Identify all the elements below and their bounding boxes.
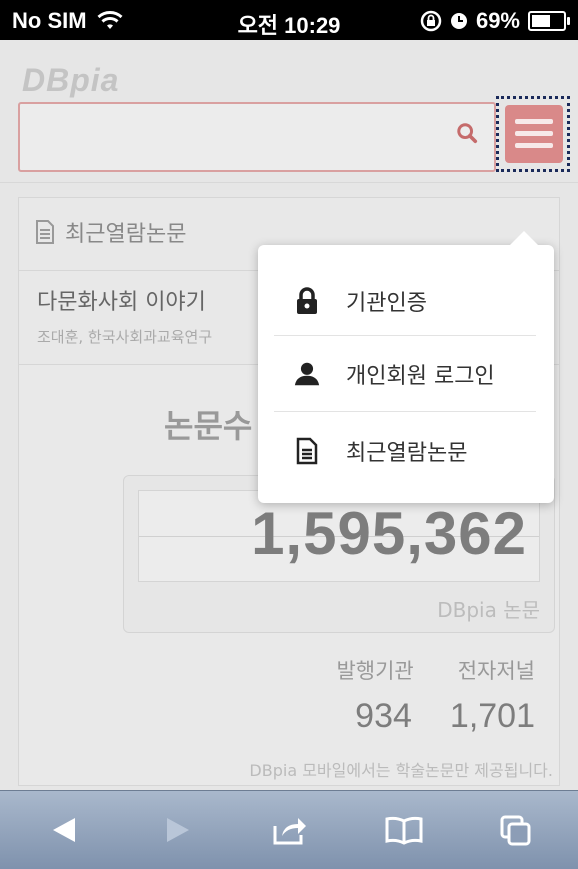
share-icon[interactable] bbox=[270, 811, 310, 849]
menu-item-member-login[interactable]: 개인회원 로그인 bbox=[274, 338, 536, 410]
recent-paper-meta: 조대훈, 한국사회과교육연구 bbox=[37, 328, 213, 346]
battery-percent: 69% bbox=[475, 8, 520, 33]
mini-stat-labels: 발행기관 전자저널 bbox=[336, 655, 535, 685]
publishers-label: 발행기관 bbox=[336, 659, 414, 683]
battery-icon bbox=[528, 11, 570, 31]
mobile-notice: DBpia 모바일에서는 학술논문만 제공됩니다. bbox=[249, 761, 553, 780]
user-icon bbox=[294, 359, 320, 389]
page-content: DBpia 최근열람논문 다문화사회 이야기 조대훈, 한국사회과교육연구 논문… bbox=[0, 40, 578, 790]
search-icon[interactable] bbox=[456, 122, 478, 144]
hamburger-line bbox=[515, 131, 553, 136]
divider bbox=[274, 411, 536, 412]
forward-icon[interactable] bbox=[158, 811, 198, 849]
count-display: 1,595,362 bbox=[138, 490, 540, 582]
tabs-icon[interactable] bbox=[496, 811, 536, 849]
browser-toolbar bbox=[0, 790, 578, 869]
total-paper-count: 1,595,362 bbox=[251, 500, 527, 567]
total-count-label: DBpia 논문 bbox=[437, 598, 540, 622]
hamburger-line bbox=[515, 143, 553, 148]
publishers-value: 934 bbox=[355, 697, 412, 735]
menu-item-recent-papers[interactable]: 최근열람논문 bbox=[274, 415, 536, 487]
bookmarks-icon[interactable] bbox=[384, 811, 424, 849]
status-bar: No SIM 오전 10:29 69% bbox=[0, 0, 578, 40]
document-icon bbox=[36, 220, 54, 244]
recent-papers-header[interactable]: 최근열람논문 bbox=[35, 216, 186, 248]
lock-icon bbox=[294, 286, 320, 316]
menu-button[interactable] bbox=[505, 105, 563, 163]
dropdown-menu: 기관인증 개인회원 로그인 최근열람논문 bbox=[258, 231, 554, 503]
rotation-lock-icon bbox=[420, 10, 442, 32]
alarm-icon bbox=[450, 13, 467, 29]
menu-item-label: 기관인증 bbox=[346, 291, 427, 316]
divider bbox=[274, 335, 536, 336]
menu-item-label: 최근열람논문 bbox=[346, 441, 468, 466]
mini-stat-values: 934 1,701 bbox=[355, 697, 535, 736]
hamburger-menu-icon bbox=[515, 119, 553, 124]
stats-title: 논문수 bbox=[164, 407, 253, 445]
recent-papers-heading: 최근열람논문 bbox=[65, 222, 187, 247]
menu-item-label: 개인회원 로그인 bbox=[346, 364, 495, 389]
menu-item-institution-auth[interactable]: 기관인증 bbox=[274, 265, 536, 337]
journals-value: 1,701 bbox=[449, 697, 535, 735]
recent-paper-title[interactable]: 다문화사회 이야기 bbox=[37, 284, 206, 316]
divider bbox=[0, 182, 578, 183]
dropdown-caret bbox=[510, 231, 538, 245]
document-icon bbox=[294, 436, 320, 466]
journals-label: 전자저널 bbox=[457, 659, 535, 683]
search-input[interactable] bbox=[18, 102, 496, 172]
dbpia-logo[interactable]: DBpia bbox=[22, 62, 119, 99]
menu-button-focus-outline bbox=[496, 96, 570, 172]
back-icon[interactable] bbox=[44, 811, 84, 849]
